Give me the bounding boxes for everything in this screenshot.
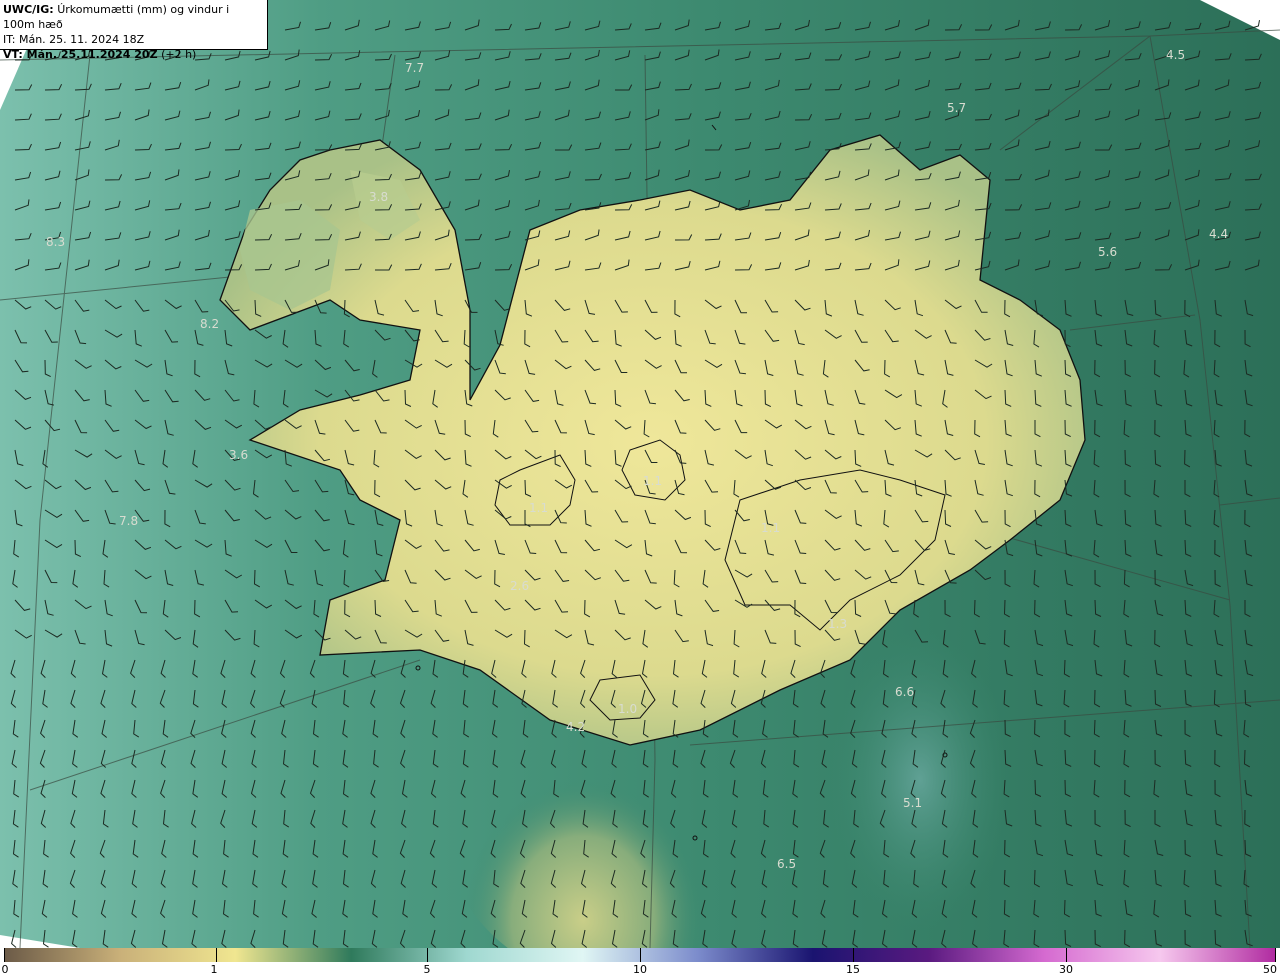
initial-time: IT: Mán. 25. 11. 2024 18Z xyxy=(3,33,145,46)
valid-time: VT: Mán. 25.11.2024 20Z xyxy=(3,48,158,61)
colorbar-tick-label: 1 xyxy=(210,963,218,976)
colorbar-tick xyxy=(427,948,428,962)
colorbar-tick-label: 30 xyxy=(1059,963,1073,976)
map-label: 7.7 xyxy=(405,61,424,75)
colorbar-tick xyxy=(640,948,641,962)
map-label: 6.5 xyxy=(777,857,796,871)
map-label: 6.6 xyxy=(895,685,914,699)
map-label: 4.5 xyxy=(1166,48,1185,62)
map-label: 1.3 xyxy=(828,617,847,631)
precipitation-wind-map: 7.7 5.7 4.5 3.8 8.3 5.6 4.4 8.2 3.6 1.1 … xyxy=(0,0,1280,948)
map-label: 2.6 xyxy=(510,579,529,593)
map-header: UWC/IG: Úrkomumætti (mm) og vindur i 100… xyxy=(0,0,268,61)
map-label: 1.0 xyxy=(618,702,637,716)
map-label: 1.1 xyxy=(643,474,662,488)
precipitation-colorbar: 0 1 5 10 15 30 50 xyxy=(0,948,1280,978)
map-label: 4.4 xyxy=(1209,227,1228,241)
map-label: 5.1 xyxy=(903,796,922,810)
colorbar-tick-label: 5 xyxy=(423,963,431,976)
colorbar-tick-label: 50 xyxy=(1263,963,1277,976)
colorbar-tick-label: 10 xyxy=(633,963,647,976)
colorbar-tick xyxy=(1275,948,1276,962)
map-label: 1.1 xyxy=(529,501,548,515)
product-code: UWC/IG: xyxy=(3,3,54,16)
map-label: 7.8 xyxy=(119,514,138,528)
header-title-line: UWC/IG: Úrkomumætti (mm) og vindur i 100… xyxy=(3,2,264,32)
colorbar-tick xyxy=(853,948,854,962)
valid-time-line: VT: Mán. 25.11.2024 20Z (+2 h) xyxy=(3,47,264,62)
map-label: 3.8 xyxy=(369,190,388,204)
colorbar-tick xyxy=(1066,948,1067,962)
map-label: 5.7 xyxy=(947,101,966,115)
colorbar-tick-label: 0 xyxy=(1,963,9,976)
map-label: 3.6 xyxy=(229,448,248,462)
colorbar-tick xyxy=(4,948,5,962)
map-label: 4.2 xyxy=(566,720,585,734)
map-label: 1.1 xyxy=(761,521,780,535)
map-label: 8.3 xyxy=(46,235,65,249)
colorbar-tick xyxy=(216,948,217,962)
map-label: 5.6 xyxy=(1098,245,1117,259)
map-label: 8.2 xyxy=(200,317,219,331)
colorbar-tick-label: 15 xyxy=(846,963,860,976)
valid-time-offset: (+2 h) xyxy=(161,48,197,61)
